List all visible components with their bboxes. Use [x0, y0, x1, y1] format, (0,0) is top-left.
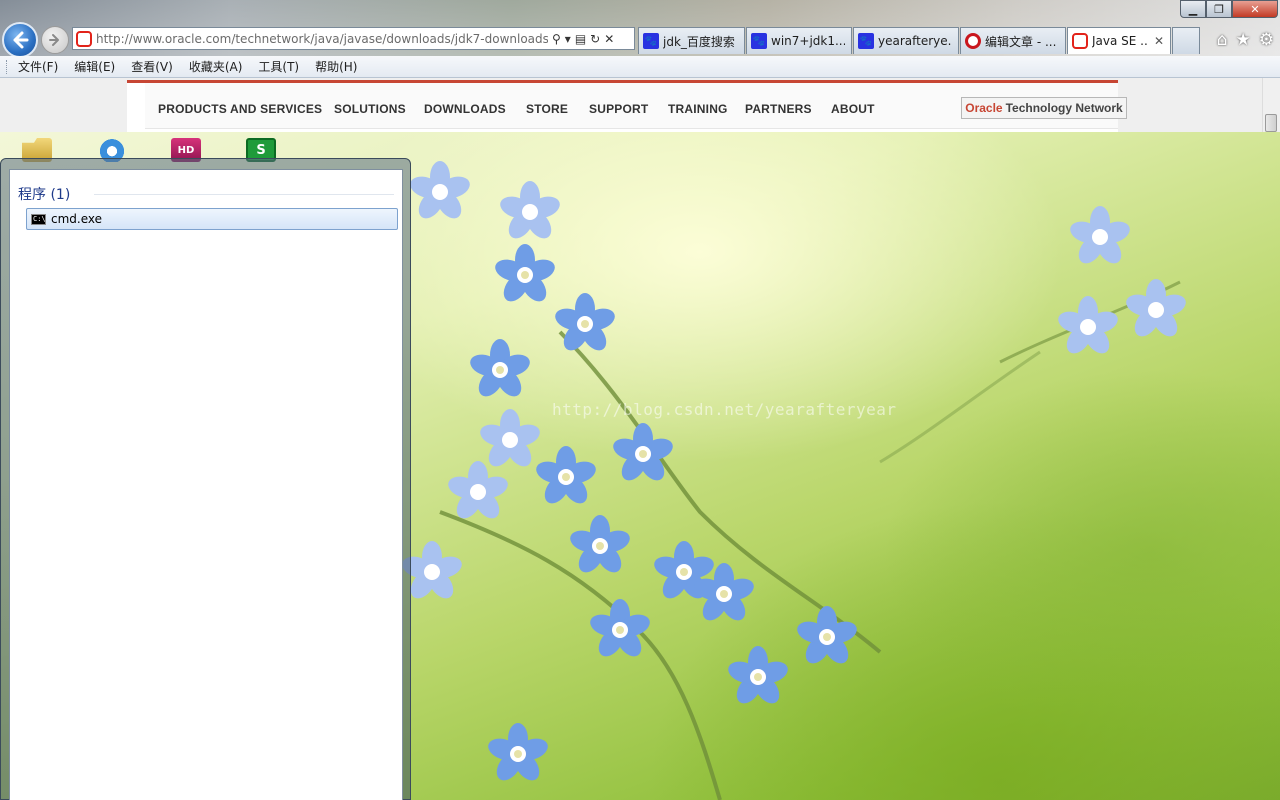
minimize-button[interactable]: ▁: [1180, 0, 1206, 18]
search-icon[interactable]: ⚲: [552, 32, 561, 46]
favorites-star-icon[interactable]: ★: [1236, 30, 1251, 50]
otn-badge-link[interactable]: Oracle Technology Network: [961, 97, 1127, 119]
tab-win7-jdk[interactable]: 🐾 win7+jdk1....: [746, 27, 852, 54]
restore-button[interactable]: ❐: [1206, 0, 1232, 18]
forward-button[interactable]: [41, 26, 69, 54]
stop-icon[interactable]: ✕: [604, 32, 614, 46]
tab-edit-article[interactable]: 编辑文章 - ...: [960, 27, 1066, 54]
browser-toolbar-right: ⌂ ★ ⚙: [1217, 30, 1274, 50]
search-result-cmd[interactable]: C:\ cmd.exe: [26, 208, 398, 230]
baidu-paw-icon: 🐾: [751, 33, 767, 49]
nav-store[interactable]: STORE: [526, 102, 568, 116]
scrollbar-thumb[interactable]: [1265, 114, 1277, 132]
tab-java-se[interactable]: Java SE ... ✕: [1067, 27, 1171, 54]
arrow-left-icon: [13, 31, 29, 49]
page-scrollbar[interactable]: [1262, 78, 1280, 132]
tab-yearafteryear[interactable]: 🐾 yearafterye...: [853, 27, 959, 54]
close-window-button[interactable]: ✕: [1232, 0, 1278, 18]
home-icon[interactable]: ⌂: [1217, 30, 1228, 50]
web-page: PRODUCTS AND SERVICES SOLUTIONS DOWNLOAD…: [0, 78, 1280, 132]
search-results-pane: 程序 (1) C:\ cmd.exe: [9, 169, 403, 800]
oracle-favicon-icon: [76, 30, 92, 47]
baidu-paw-icon: 🐾: [858, 33, 874, 49]
close-tab-icon[interactable]: ✕: [1154, 34, 1164, 48]
oracle-icon: [1072, 33, 1088, 49]
menu-help[interactable]: 帮助(H): [315, 58, 357, 75]
nav-downloads[interactable]: DOWNLOADS: [424, 102, 506, 116]
back-button[interactable]: [2, 22, 38, 58]
nav-about[interactable]: ABOUT: [831, 102, 875, 116]
watermark-text: http://blog.csdn.net/yearafteryear: [552, 400, 897, 419]
oracle-site-nav: PRODUCTS AND SERVICES SOLUTIONS DOWNLOAD…: [127, 80, 1127, 132]
address-bar[interactable]: http://www.oracle.com/technetwork/java/j…: [72, 27, 635, 50]
new-tab-button[interactable]: [1172, 27, 1200, 54]
menu-tools[interactable]: 工具(T): [258, 58, 299, 75]
nav-training[interactable]: TRAINING: [668, 102, 728, 116]
nav-solutions[interactable]: SOLUTIONS: [334, 102, 406, 116]
compatibility-view-icon[interactable]: ▤: [575, 32, 586, 46]
gear-icon[interactable]: ⚙: [1259, 30, 1274, 50]
dropdown-icon[interactable]: ▾: [565, 32, 571, 46]
window-controls: ▁ ❐ ✕: [1180, 0, 1278, 18]
menu-favorites[interactable]: 收藏夹(A): [189, 58, 243, 75]
menu-bar: 文件(F) 编辑(E) 查看(V) 收藏夹(A) 工具(T) 帮助(H): [0, 56, 1280, 78]
csdn-icon: [965, 33, 981, 49]
start-menu-search-panel: 程序 (1) C:\ cmd.exe: [0, 158, 411, 800]
refresh-icon[interactable]: ↻: [590, 32, 600, 46]
nav-support[interactable]: SUPPORT: [589, 102, 648, 116]
address-url[interactable]: http://www.oracle.com/technetwork/java/j…: [96, 32, 548, 46]
cmd-icon: C:\: [31, 213, 46, 225]
programs-group-header[interactable]: 程序 (1): [18, 184, 70, 204]
toolbar-grip[interactable]: [6, 60, 9, 74]
group-divider: [94, 194, 394, 195]
menu-file[interactable]: 文件(F): [18, 58, 58, 75]
menu-edit[interactable]: 编辑(E): [74, 58, 115, 75]
nav-partners[interactable]: PARTNERS: [745, 102, 812, 116]
baidu-paw-icon: 🐾: [643, 33, 659, 49]
tab-jdk-search[interactable]: 🐾 jdk_百度搜索: [638, 27, 745, 54]
menu-view[interactable]: 查看(V): [131, 58, 173, 75]
tab-strip: 🐾 jdk_百度搜索 🐾 win7+jdk1.... 🐾 yearafterye…: [638, 27, 1201, 54]
arrow-right-icon: [49, 34, 59, 46]
nav-products-and-services[interactable]: PRODUCTS AND SERVICES: [158, 102, 322, 116]
